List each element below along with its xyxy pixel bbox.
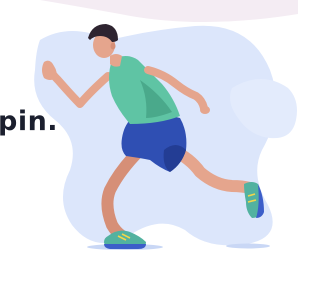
- running-man-illustration: [34, 24, 297, 250]
- running-illustration-panel: pin.: [0, 0, 298, 285]
- left-shoe-sole: [104, 244, 146, 249]
- shadow-ellipse: [226, 243, 270, 249]
- ear: [110, 42, 116, 50]
- neck: [110, 54, 122, 67]
- right-hand: [200, 106, 210, 114]
